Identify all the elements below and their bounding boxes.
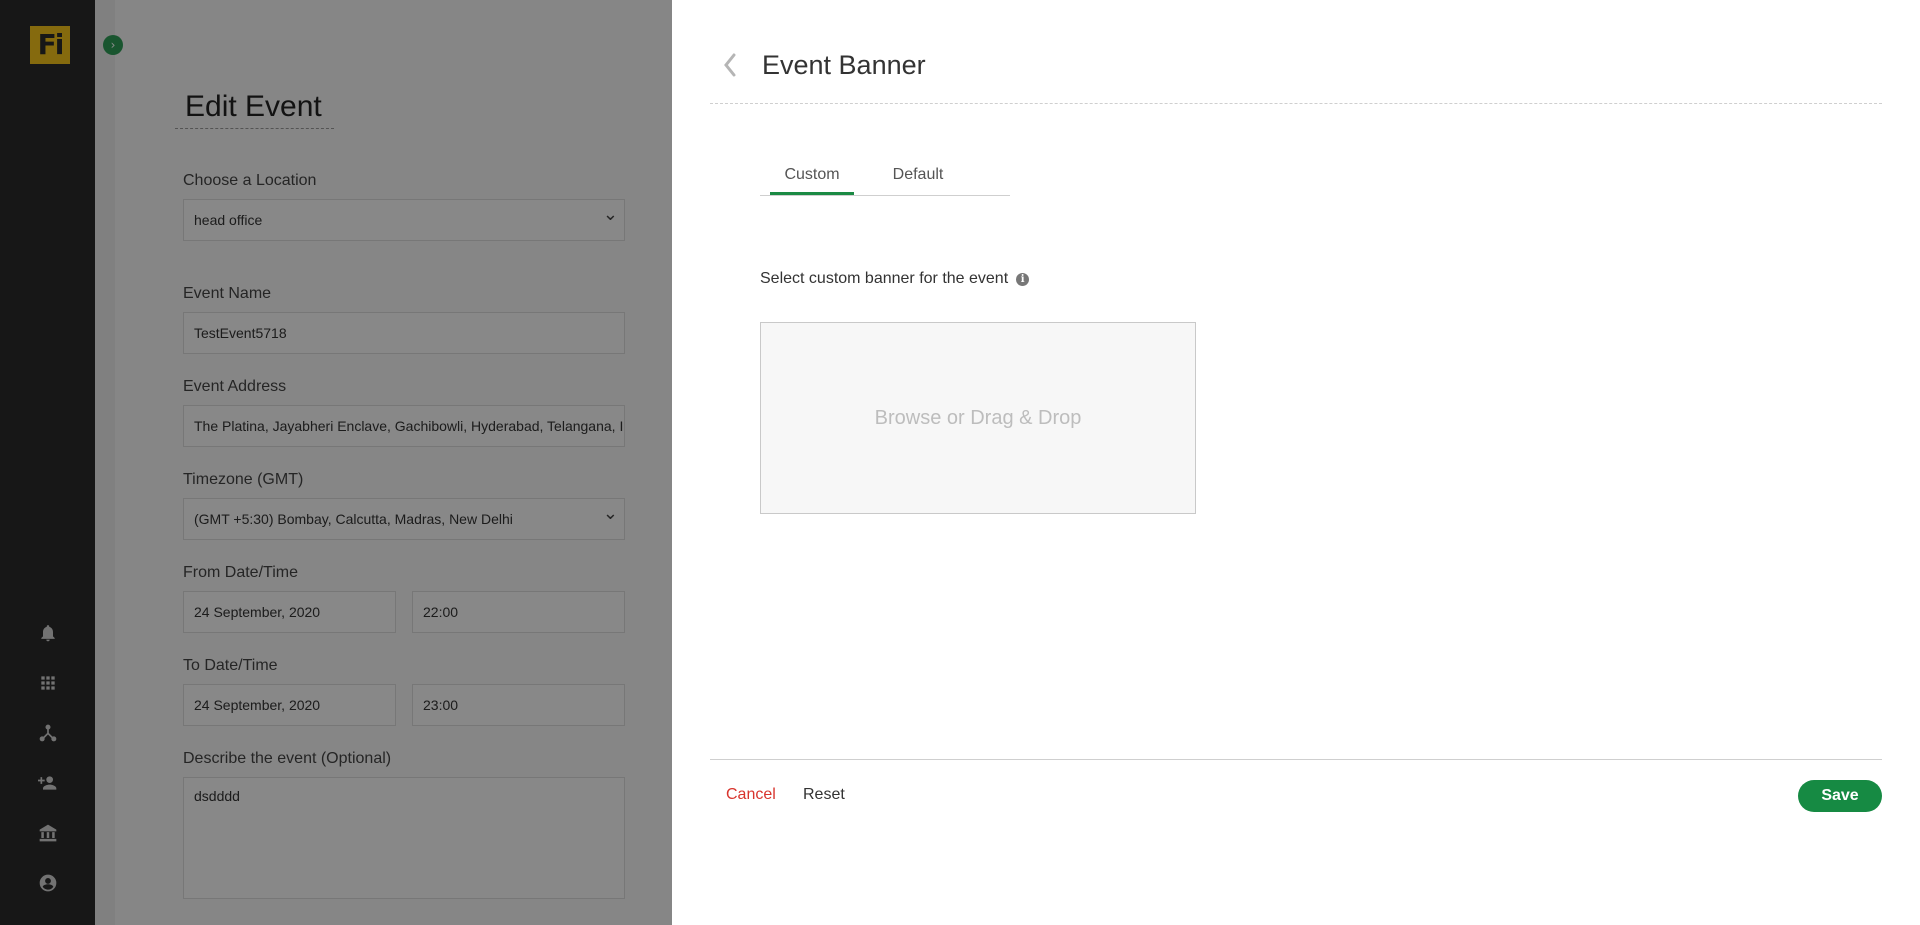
footer-divider: [710, 759, 1882, 760]
banner-instruction: Select custom banner for the event i: [760, 270, 1030, 288]
cancel-button[interactable]: Cancel: [726, 786, 776, 804]
banner-tabs: Custom Default: [760, 160, 1010, 196]
tab-custom[interactable]: Custom: [770, 160, 854, 195]
panel-title: Event Banner: [762, 50, 926, 80]
banner-instruction-text: Select custom banner for the event: [760, 270, 1009, 287]
tab-default[interactable]: Default: [864, 160, 972, 195]
save-button[interactable]: Save: [1798, 780, 1882, 812]
banner-dropzone[interactable]: Browse or Drag & Drop: [760, 322, 1196, 514]
dropzone-text: Browse or Drag & Drop: [874, 406, 1082, 429]
modal-backdrop[interactable]: [0, 0, 672, 925]
header-divider: [710, 103, 1882, 104]
info-icon[interactable]: i: [1016, 272, 1030, 286]
back-chevron-icon[interactable]: [722, 52, 738, 78]
event-banner-panel: Event Banner Custom Default Select custo…: [672, 0, 1920, 925]
reset-button[interactable]: Reset: [803, 786, 845, 804]
